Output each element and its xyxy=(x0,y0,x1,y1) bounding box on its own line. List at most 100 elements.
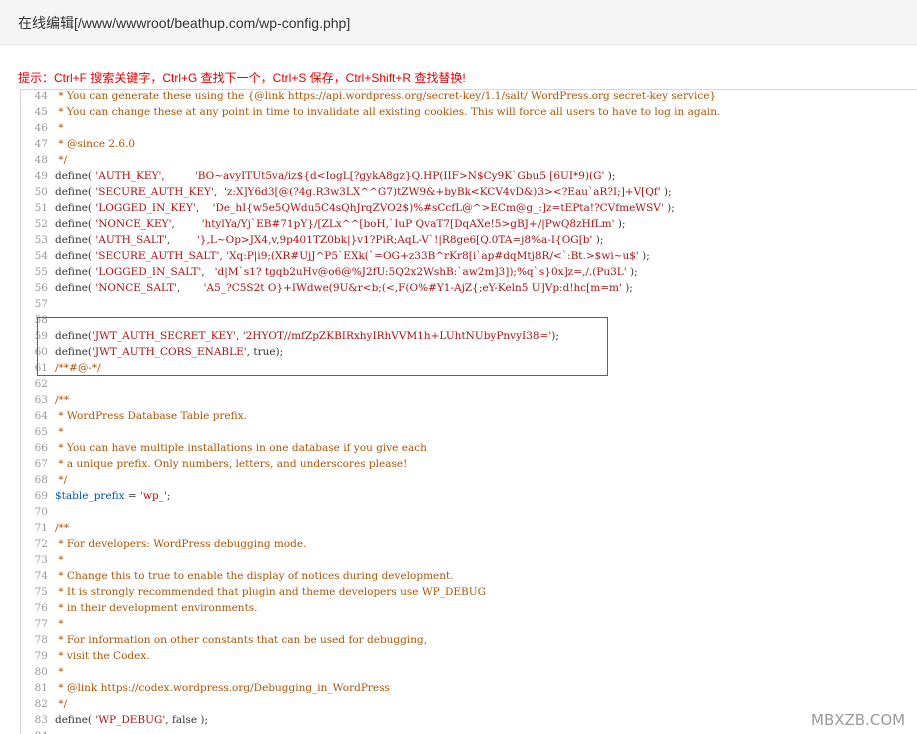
code-text: * You can generate these using the {@lin… xyxy=(55,90,717,102)
code-text: define( 'WP_DEBUG', false ); xyxy=(55,714,209,726)
code-text: * You can change these at any point in t… xyxy=(55,106,721,118)
code-text: * xyxy=(55,426,64,438)
line-number: 65 xyxy=(34,426,48,438)
line-number: 68 xyxy=(34,474,48,486)
code-line: 53 define( 'AUTH_SALT', '},L~Op>JX4,v,9p4… xyxy=(21,232,917,248)
code-line: 68 */ xyxy=(21,472,917,488)
watermark: MBXZB.COM xyxy=(811,711,906,729)
code-line: 71 /** xyxy=(21,520,917,536)
code-text: * xyxy=(55,122,64,134)
code-line: 75 * It is strongly recommended that plu… xyxy=(21,584,917,600)
code-line: 59 define('JWT_AUTH_SECRET_KEY', '2HYOT//… xyxy=(21,328,917,344)
line-number: 50 xyxy=(34,186,48,198)
line-number: 51 xyxy=(34,202,48,214)
code-text: * You can have multiple installations in… xyxy=(55,442,427,454)
code-line: 82 */ xyxy=(21,696,917,712)
code-line: 44 * You can generate these using the {@… xyxy=(21,90,917,104)
code-line: 52 define( 'NONCE_KEY', 'htylYa/Yj`EB#71p… xyxy=(21,216,917,232)
line-number: 70 xyxy=(34,506,48,518)
code-line: 84 xyxy=(21,728,917,734)
code-line: 60 define('JWT_AUTH_CORS_ENABLE', true); xyxy=(21,344,917,360)
line-number: 59 xyxy=(34,330,48,342)
code-line: 56 define( 'NONCE_SALT', 'A5_?C5S2t O}+IW… xyxy=(21,280,917,296)
code-line: 76 * in their development environments. xyxy=(21,600,917,616)
code-text: * Change this to true to enable the disp… xyxy=(55,570,454,582)
code-line: 50 define( 'SECURE_AUTH_KEY', 'z:X]Y6d3[@… xyxy=(21,184,917,200)
line-number: 62 xyxy=(34,378,48,390)
code-editor[interactable]: 44 * You can generate these using the {@… xyxy=(20,89,917,734)
code-line: 64 * WordPress Database Table prefix. xyxy=(21,408,917,424)
line-number: 77 xyxy=(34,618,48,630)
line-number: 79 xyxy=(34,650,48,662)
code-line: 77 * xyxy=(21,616,917,632)
line-number: 82 xyxy=(34,698,48,710)
code-line: 67 * a unique prefix. Only numbers, lett… xyxy=(21,456,917,472)
line-number: 67 xyxy=(34,458,48,470)
code-text: define('JWT_AUTH_SECRET_KEY', '2HYOT//mf… xyxy=(55,330,559,342)
dialog-title: 在线编辑[/www/wwwroot/beathup.com/wp-config.… xyxy=(18,15,351,31)
code-line: 63 /** xyxy=(21,392,917,408)
line-number: 69 xyxy=(34,490,48,502)
code-text: define( 'NONCE_SALT', 'A5_?C5S2t O}+IWdw… xyxy=(55,282,633,294)
shortcut-hint: 提示：Ctrl+F 搜索关键字，Ctrl+G 查找下一个，Ctrl+S 保存，C… xyxy=(18,71,466,85)
code-line: 69 $table_prefix = 'wp_'; xyxy=(21,488,917,504)
line-number: 72 xyxy=(34,538,48,550)
line-number: 64 xyxy=(34,410,48,422)
line-number: 78 xyxy=(34,634,48,646)
code-text: * xyxy=(55,554,64,566)
code-text: * xyxy=(55,618,64,630)
code-line: 46 * xyxy=(21,120,917,136)
line-number: 84 xyxy=(21,728,48,734)
code-text: /** xyxy=(55,394,70,406)
code-text: * For information on other constants tha… xyxy=(55,634,428,646)
code-text: * visit the Codex. xyxy=(55,650,150,662)
line-number: 74 xyxy=(34,570,48,582)
line-number: 55 xyxy=(34,266,48,278)
code-line: 58 xyxy=(21,312,917,328)
code-text: * in their development environments. xyxy=(55,602,258,614)
code-line: 48 */ xyxy=(21,152,917,168)
code-line: 54 define( 'SECURE_AUTH_SALT', 'Xq:P|i9;(… xyxy=(21,248,917,264)
code-line: 57 xyxy=(21,296,917,312)
line-number: 45 xyxy=(34,106,48,118)
line-number: 63 xyxy=(34,394,48,406)
line-number: 49 xyxy=(34,170,48,182)
code-text: */ xyxy=(55,474,68,486)
line-number: 71 xyxy=(34,522,48,534)
code-line: 83 define( 'WP_DEBUG', false ); xyxy=(21,712,917,728)
code-line: 55 define( 'LOGGED_IN_SALT', 'd|M`s1? tgq… xyxy=(21,264,917,280)
line-number: 46 xyxy=(34,122,48,134)
code-text: * @since 2.6.0 xyxy=(55,138,136,150)
code-text: /** xyxy=(55,522,70,534)
line-number: 75 xyxy=(34,586,48,598)
code-line: 61 /**#@-*/ xyxy=(21,360,917,376)
code-line: 78 * For information on other constants … xyxy=(21,632,917,648)
code-text: * xyxy=(55,666,64,678)
code-text: define( 'SECURE_AUTH_KEY', 'z:X]Y6d3[@(?… xyxy=(55,186,672,198)
code-line: 66 * You can have multiple installations… xyxy=(21,440,917,456)
line-number: 73 xyxy=(34,554,48,566)
line-number: 48 xyxy=(34,154,48,166)
code-line: 74 * Change this to true to enable the d… xyxy=(21,568,917,584)
code-text: define( 'SECURE_AUTH_SALT', 'Xq:P|i9;(XR… xyxy=(55,250,650,262)
code-text: define( 'LOGGED_IN_KEY', 'De_hI{w5e5QWdu… xyxy=(55,202,675,214)
line-number: 76 xyxy=(34,602,48,614)
line-number: 80 xyxy=(34,666,48,678)
code-line: 47 * @since 2.6.0 xyxy=(21,136,917,152)
code-line: 80 * xyxy=(21,664,917,680)
line-number: 81 xyxy=(34,682,48,694)
code-line: 62 xyxy=(21,376,917,392)
code-text: /**#@-*/ xyxy=(55,362,101,374)
line-number: 61 xyxy=(34,362,48,374)
line-number: 44 xyxy=(34,90,48,102)
code-line: 65 * xyxy=(21,424,917,440)
code-text: define( 'NONCE_KEY', 'htylYa/Yj`EB#71pY}… xyxy=(55,218,626,230)
line-number: 56 xyxy=(34,282,48,294)
code-text: define( 'AUTH_KEY', 'BO~avyITUt5va/iz${d… xyxy=(55,170,616,182)
code-text: * For developers: WordPress debugging mo… xyxy=(55,538,307,550)
line-number: 54 xyxy=(34,250,48,262)
code-text: * a unique prefix. Only numbers, letters… xyxy=(55,458,408,470)
code-text: define('JWT_AUTH_CORS_ENABLE', true); xyxy=(55,346,284,358)
line-number: 60 xyxy=(34,346,48,358)
code-text: * It is strongly recommended that plugin… xyxy=(55,586,486,598)
